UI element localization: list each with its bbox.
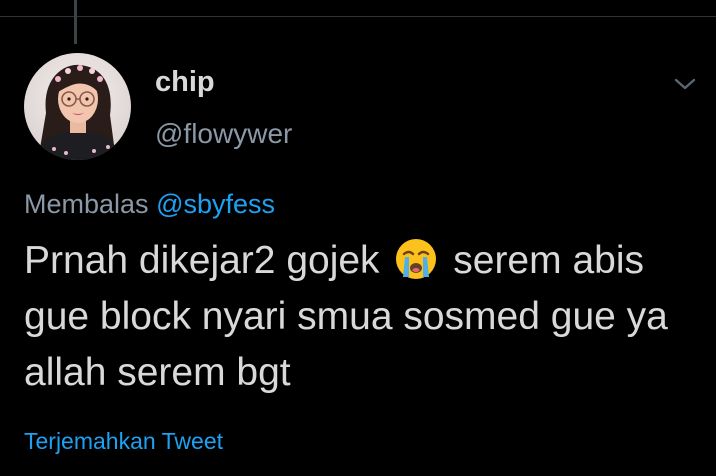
avatar-photo-icon: [24, 53, 131, 160]
translate-tweet-link[interactable]: Terjemahkan Tweet: [24, 428, 223, 455]
loudly-crying-face-icon: [396, 239, 437, 279]
avatar[interactable]: [24, 53, 131, 160]
reply-mention-link[interactable]: @sbyfess: [156, 189, 275, 219]
top-divider: [0, 16, 716, 17]
thread-connector-line: [74, 0, 77, 44]
reply-prefix: Membalas: [24, 189, 149, 219]
author-handle[interactable]: @flowywer: [155, 118, 292, 150]
tweet-text-part1: Prnah dikejar2 gojek: [24, 239, 380, 282]
author-display-name[interactable]: chip: [155, 66, 215, 99]
reply-context: Membalas @sbyfess: [24, 189, 275, 220]
chevron-down-icon[interactable]: [671, 74, 699, 94]
tweet-body: Prnah dikejar2 gojek serem abis gue bloc…: [24, 233, 694, 401]
